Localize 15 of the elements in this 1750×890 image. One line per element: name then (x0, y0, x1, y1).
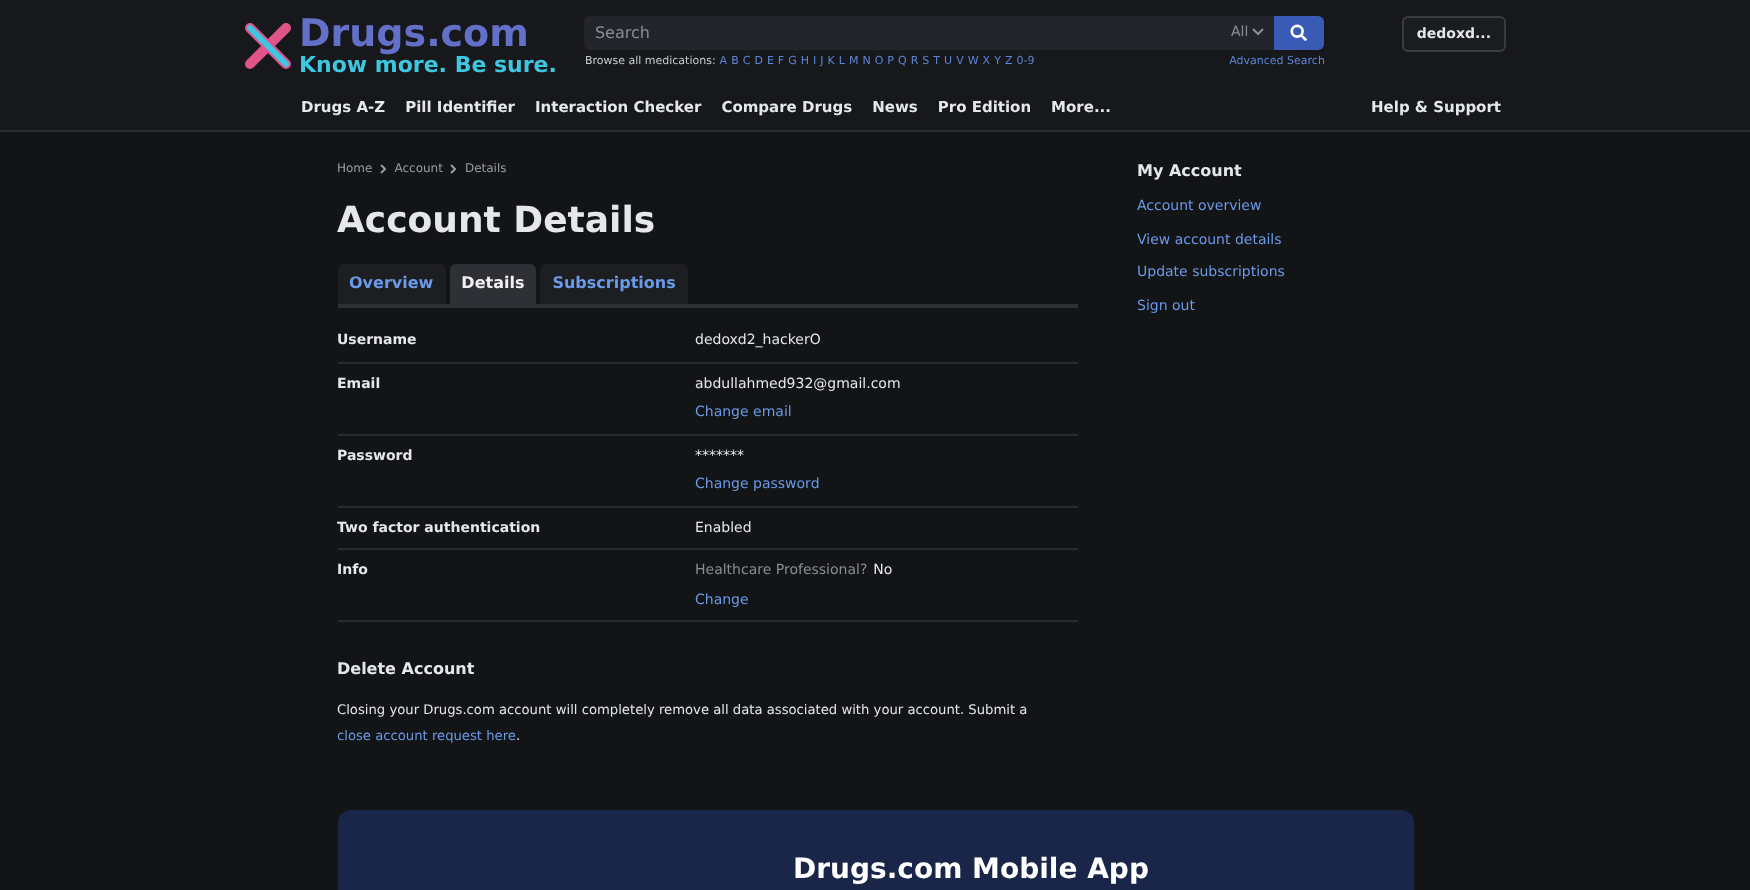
logo-tagline: Know more. Be sure. (299, 54, 557, 76)
page-title: Account Details (337, 198, 658, 246)
chevron-right-icon (380, 164, 387, 174)
chevron-down-icon (1252, 28, 1265, 37)
sidebar-heading: My Account (1137, 160, 1244, 184)
tab[interactable]: Subscriptions (540, 264, 688, 304)
search-icon (1290, 24, 1309, 42)
chevron-right-icon (450, 164, 457, 174)
logo-icon (241, 20, 293, 72)
tab[interactable]: Overview (337, 264, 446, 304)
logo-name[interactable]: Drugs.com (299, 16, 557, 54)
tab[interactable]: Details (449, 264, 537, 304)
search-button[interactable] (1274, 16, 1325, 50)
section-heading: Delete Account (337, 658, 477, 682)
banner-title: Drugs.com Mobile App (793, 854, 1149, 886)
